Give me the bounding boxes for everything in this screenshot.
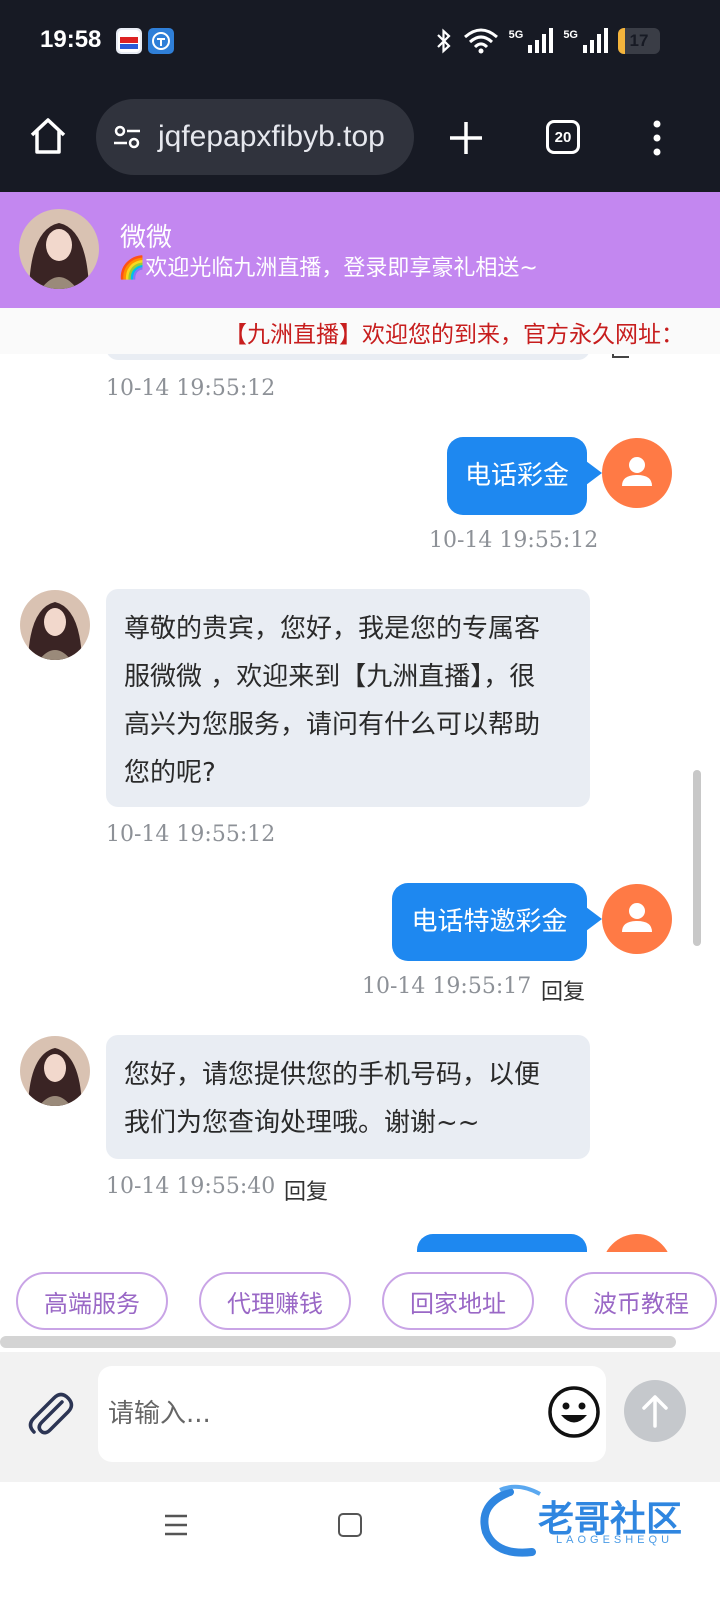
status-time: 19:58 xyxy=(40,26,102,53)
battery-icon: 17 xyxy=(618,28,660,54)
message-timestamp: 10-14 19:55:12 xyxy=(106,376,276,401)
emoji-icon[interactable] xyxy=(546,1384,602,1440)
chat-header: 微微 🌈欢迎光临九洲直播，登录即享豪礼相送~ xyxy=(0,192,720,308)
message-timestamp: 10-14 19:55:17 xyxy=(362,974,532,999)
address-bar[interactable]: jqfepapxfibyb.top xyxy=(96,99,414,175)
tab-switcher-button[interactable]: 20 xyxy=(546,120,580,154)
reply-link[interactable]: 回复 xyxy=(284,1174,328,1206)
site-settings-icon[interactable] xyxy=(110,120,144,154)
message-timestamp: 10-14 19:55:12 xyxy=(429,528,599,553)
watermark-subtext: LAOGESHEQU xyxy=(556,1534,674,1546)
agent-welcome-text: 🌈欢迎光临九洲直播，登录即享豪礼相送~ xyxy=(118,256,538,281)
user-avatar xyxy=(602,884,672,954)
recent-apps-icon[interactable] xyxy=(163,1512,189,1538)
message-line: 您好，请您提供您的手机号码，以便 xyxy=(124,1060,541,1090)
agent-message-bubble: 您好，请您提供您的手机号码，以便 我们为您查询处理哦。谢谢~~ xyxy=(106,1035,590,1159)
copy-icon[interactable] xyxy=(610,354,634,360)
horizontal-scrollbar[interactable] xyxy=(0,1336,676,1348)
more-menu-icon[interactable] xyxy=(646,118,668,158)
quick-reply-row: 高端服务 代理赚钱 回家地址 波币教程 xyxy=(0,1252,720,1336)
arrow-up-icon xyxy=(642,1395,668,1428)
message-line: 我们为您查询处理哦。谢谢~~ xyxy=(124,1108,480,1138)
agent-name: 微微 xyxy=(120,223,173,253)
message-line: 您的呢? xyxy=(124,758,216,788)
agent-message-bubble xyxy=(106,354,590,360)
network-type-2: 5G xyxy=(563,29,578,41)
status-indicators: 5G 5G 17 xyxy=(435,24,660,58)
quick-reply-chip[interactable]: 高端服务 xyxy=(16,1272,168,1330)
message-timestamp: 10-14 19:55:12 xyxy=(106,822,276,847)
send-button[interactable] xyxy=(624,1380,686,1442)
news-app-icon xyxy=(116,28,142,54)
home-icon[interactable] xyxy=(26,114,70,158)
vertical-scrollbar[interactable] xyxy=(693,770,701,946)
message-input-box[interactable] xyxy=(98,1366,606,1462)
new-tab-icon[interactable] xyxy=(446,118,486,158)
quick-reply-chip[interactable]: 波币教程 xyxy=(565,1272,717,1330)
battery-level-fill xyxy=(618,28,626,54)
status-bar: 19:58 5G 5G 17 xyxy=(0,0,720,84)
user-message-bubble: 电话彩金 xyxy=(447,437,602,515)
chat-messages[interactable]: 10-14 19:55:12 电话彩金 10-14 19:55:12 尊敬的贵宾… xyxy=(0,354,720,1252)
system-nav-bar: 老哥社区 LAOGESHEQU xyxy=(0,1482,720,1604)
signal-icon xyxy=(528,28,554,53)
user-avatar xyxy=(602,1234,672,1252)
quick-reply-chip[interactable]: 回家地址 xyxy=(382,1272,534,1330)
network-type-1: 5G xyxy=(508,29,524,41)
agent-avatar xyxy=(20,590,90,660)
agent-message-bubble: 尊敬的贵宾，您好，我是您的专属客 服微微 ，欢迎来到【九洲直播】，很 高兴为您服… xyxy=(106,589,590,807)
marquee-text: 【九洲直播】欢迎您的到来，官方永久网址： xyxy=(224,322,684,348)
attachment-icon[interactable] xyxy=(22,1386,78,1442)
message-composer xyxy=(0,1352,720,1482)
user-avatar xyxy=(602,438,672,508)
transit-app-icon xyxy=(148,28,174,54)
bluetooth-icon xyxy=(436,28,451,54)
user-message-bubble: 电话特邀彩金 xyxy=(392,883,602,961)
wifi-icon xyxy=(463,28,498,54)
agent-avatar xyxy=(20,1036,90,1106)
message-line: 高兴为您服务，请问有什么可以帮助 xyxy=(124,710,541,740)
message-line: 尊敬的贵宾，您好，我是您的专属客 xyxy=(124,614,541,644)
quick-reply-chip[interactable]: 代理赚钱 xyxy=(199,1272,351,1330)
browser-toolbar: jqfepapxfibyb.top 20 xyxy=(0,84,720,192)
user-message-bubble xyxy=(417,1234,587,1252)
message-input[interactable] xyxy=(108,1390,528,1438)
reply-link[interactable]: 回复 xyxy=(541,974,585,1006)
message-line: 服微微 ，欢迎来到【九洲直播】，很 xyxy=(124,662,536,692)
signal-icon-2 xyxy=(583,28,608,53)
message-timestamp: 10-14 19:55:40 xyxy=(106,1174,276,1199)
announcement-marquee: 【九洲直播】欢迎您的到来，官方永久网址： xyxy=(0,308,720,354)
battery-level: 17 xyxy=(629,31,649,50)
url-text: jqfepapxfibyb.top xyxy=(158,120,385,153)
nav-home-button[interactable] xyxy=(338,1513,362,1537)
agent-avatar xyxy=(19,209,99,289)
